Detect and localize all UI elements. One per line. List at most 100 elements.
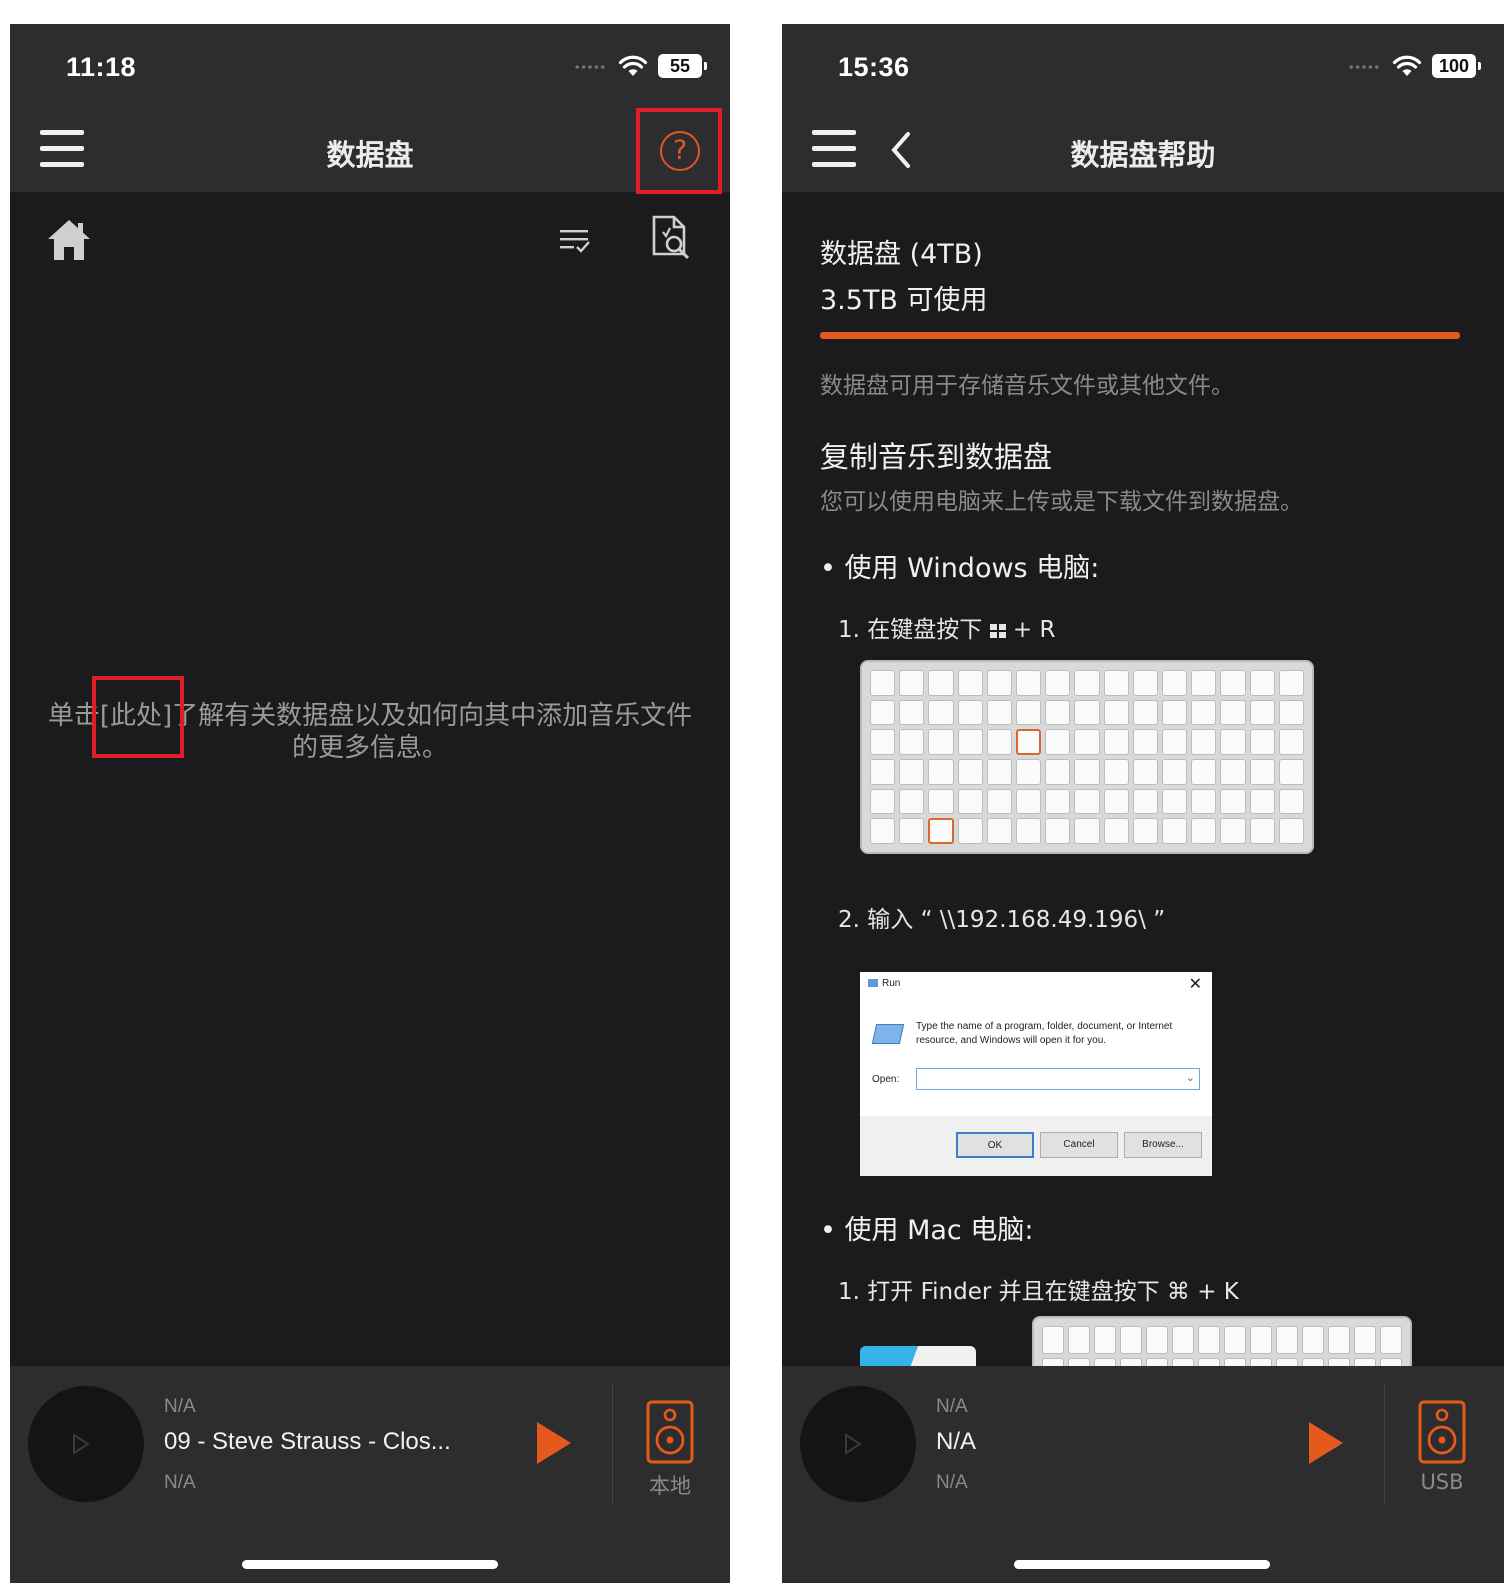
keyboard-key [1162, 759, 1188, 785]
keyboard-key [870, 729, 896, 755]
run-browse-button: Browse... [1124, 1132, 1202, 1158]
mini-player: N/A 09 - Steve Strauss - Clos... N/A 本地 [10, 1366, 730, 1583]
keyboard-key [1276, 1358, 1298, 1366]
help-icon[interactable]: ? [660, 131, 700, 171]
run-open-label: Open: [872, 1074, 900, 1085]
keyboard-key [1016, 729, 1042, 755]
keyboard-key [1354, 1358, 1376, 1366]
keyboard-key [986, 699, 1012, 726]
home-icon[interactable] [46, 218, 92, 262]
keyboard-key [1302, 1326, 1324, 1354]
keyboard-key [1045, 699, 1071, 726]
keyboard-key [1191, 818, 1217, 844]
run-icon [868, 979, 878, 987]
run-open-field: ⌄ [916, 1068, 1200, 1090]
data-disk-screen: 11:18 55 数据盘 ? 单击[此处]了解有关数据盘以及如何向其中添加音乐文… [10, 24, 730, 1583]
keyboard-key [1042, 1326, 1064, 1354]
run-cancel-button: Cancel [1040, 1132, 1118, 1158]
keyboard-key [1132, 699, 1158, 726]
windows-key-icon [989, 624, 1006, 638]
disk-name: 数据盘 (4TB) [820, 239, 983, 270]
keyboard-key [899, 759, 925, 785]
keyboard-key [928, 699, 954, 726]
keyboard-key [1328, 1358, 1350, 1366]
keyboard-key [870, 699, 896, 726]
keyboard-key [870, 788, 896, 815]
wifi-icon [618, 55, 648, 76]
keyboard-key [928, 818, 954, 844]
track-title[interactable]: 09 - Steve Strauss - Clos... [164, 1428, 451, 1456]
keyboard-key [1249, 788, 1275, 815]
signal-dots-icon [1348, 64, 1380, 70]
keyboard-key [1380, 1358, 1402, 1366]
keyboard-key [1132, 788, 1158, 815]
disk-description: 数据盘可用于存储音乐文件或其他文件。 [820, 373, 1234, 399]
sort-list-icon[interactable] [558, 226, 592, 256]
keyboard-key [1016, 759, 1042, 785]
keyboard-key [1132, 759, 1158, 785]
keyboard-key [1249, 759, 1275, 785]
keyboard-key [1249, 729, 1275, 755]
mac-step-1: 1. 打开 Finder 并且在键盘按下 ⌘ + K [838, 1279, 1239, 1305]
keyboard-key [1250, 1326, 1272, 1354]
status-time: 11:18 [66, 52, 137, 82]
home-indicator [242, 1560, 498, 1569]
artist-label: N/A [164, 1396, 196, 1417]
keyboard-key [1249, 670, 1275, 696]
keyboard-key [1220, 699, 1246, 726]
play-icon[interactable] [534, 1420, 574, 1466]
keyboard-key [1191, 699, 1217, 726]
keyboard-key [899, 818, 925, 844]
keyboard-key [928, 759, 954, 785]
keyboard-key [986, 670, 1012, 696]
help-content[interactable]: 数据盘 (4TB) 3.5TB 可使用 数据盘可用于存储音乐文件或其他文件。 复… [820, 192, 1468, 1366]
battery-icon: 100 [1432, 54, 1481, 78]
divider [1384, 1384, 1385, 1504]
keyboard-key [1146, 1326, 1168, 1354]
keyboard-key [1224, 1326, 1246, 1354]
keyboard-key [1198, 1326, 1220, 1354]
nav-bar: 数据盘 [10, 110, 730, 192]
disc-play-icon [73, 1433, 90, 1455]
page-title: 数据盘帮助 [1070, 138, 1216, 172]
keyboard-key [957, 699, 983, 726]
album-label: N/A [936, 1472, 968, 1493]
play-icon[interactable] [1306, 1420, 1346, 1466]
keyboard-key [957, 729, 983, 755]
section-subtitle: 您可以使用电脑来上传或是下载文件到数据盘。 [820, 489, 1303, 515]
keyboard-key [1074, 670, 1100, 696]
keyboard-key [1172, 1358, 1194, 1366]
keyboard-key [986, 788, 1012, 815]
run-dialog-image: Run ✕ Type the name of a program, folder… [860, 972, 1212, 1176]
keyboard-key [957, 818, 983, 844]
keyboard-key [957, 759, 983, 785]
keyboard-key [1302, 1358, 1324, 1366]
track-title[interactable]: N/A [936, 1428, 976, 1456]
keyboard-key [1380, 1326, 1402, 1354]
nav-bar: 数据盘帮助 [782, 110, 1504, 192]
keyboard-key [1074, 818, 1100, 844]
windows-heading: • 使用 Windows 电脑: [820, 553, 1100, 584]
keyboard-key [957, 788, 983, 815]
keyboard-key [870, 818, 896, 844]
run-description: Type the name of a program, folder, docu… [916, 1021, 1173, 1046]
chevron-down-icon: ⌄ [1185, 1072, 1195, 1084]
keyboard-key [1016, 788, 1042, 815]
keyboard-key [899, 670, 925, 696]
speaker-icon[interactable] [1418, 1400, 1466, 1464]
file-search-icon[interactable] [650, 214, 694, 262]
keyboard-key [1132, 818, 1158, 844]
keyboard-key [1191, 670, 1217, 696]
keyboard-key [1016, 699, 1042, 726]
keyboard-key [1354, 1326, 1376, 1354]
page-title: 数据盘 [326, 138, 414, 172]
speaker-icon[interactable] [646, 1400, 694, 1464]
close-icon: ✕ [1188, 976, 1202, 993]
keyboard-key [1146, 1358, 1168, 1366]
keyboard-key [986, 729, 1012, 755]
keyboard-key [1042, 1358, 1064, 1366]
keyboard-key [1162, 670, 1188, 696]
run-app-icon [871, 1024, 905, 1044]
run-ok-button: OK [956, 1132, 1034, 1158]
keyboard-key [928, 670, 954, 696]
